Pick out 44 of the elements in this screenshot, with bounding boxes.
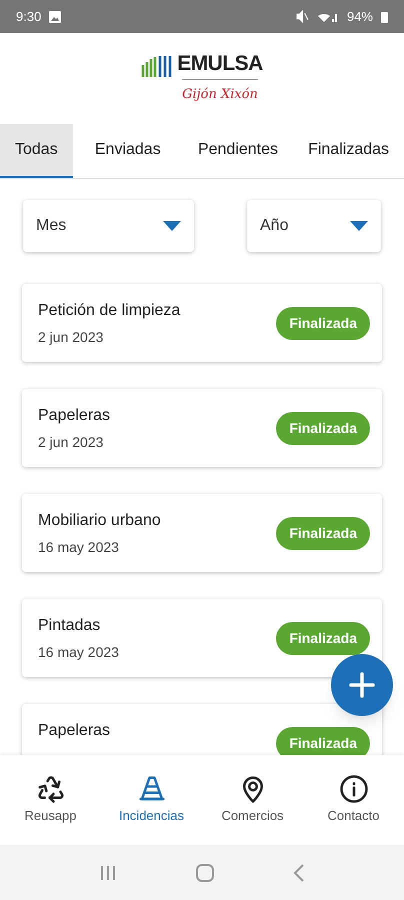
- incident-date: 16 may 2023: [38, 642, 119, 662]
- logo-city: Gijón Xixón: [182, 86, 258, 104]
- nav-item[interactable]: Comercios: [208, 774, 298, 826]
- dropdown-caret-icon: [350, 221, 368, 231]
- recycle-icon: [36, 774, 66, 804]
- incident-card[interactable]: Mobiliario urbano 16 may 2023 Finalizada: [22, 494, 382, 572]
- status-badge: Finalizada: [276, 306, 370, 340]
- filter-tab[interactable]: Enviadas: [72, 124, 183, 178]
- incident-title: Petición de limpieza: [38, 300, 180, 320]
- incident-card[interactable]: Papeleras Finalizada: [22, 704, 382, 755]
- status-badge: Finalizada: [276, 516, 370, 550]
- nav-item[interactable]: Reusapp: [6, 774, 96, 826]
- dropdown[interactable]: Mes: [23, 200, 194, 252]
- incident-card[interactable]: Pintadas 16 may 2023 Finalizada: [22, 599, 382, 677]
- mute-icon: [296, 10, 309, 23]
- filter-tab[interactable]: Finalizadas: [293, 124, 404, 178]
- dropdown[interactable]: Año: [247, 200, 381, 252]
- incident-title: Mobiliario urbano: [38, 510, 161, 530]
- back-icon[interactable]: [292, 864, 305, 882]
- dropdown-caret-icon: [163, 221, 181, 231]
- home-icon[interactable]: [196, 864, 214, 882]
- incident-card[interactable]: Petición de limpieza 2 jun 2023 Finalizada: [22, 284, 382, 362]
- nav-item[interactable]: Incidencias: [106, 774, 196, 826]
- incident-title: Papeleras: [38, 721, 110, 741]
- battery-percentage: 94%: [346, 8, 373, 26]
- status-badge: Finalizada: [276, 412, 370, 444]
- nav-item[interactable]: Contacto: [308, 774, 398, 826]
- filter-tab[interactable]: Pendientes: [182, 124, 294, 178]
- filter-tab[interactable]: Todas: [0, 124, 73, 178]
- logo-wordmark: EMULSA: [177, 52, 263, 74]
- clock: 9:30: [16, 8, 42, 26]
- image-icon: [49, 10, 62, 22]
- status-badge: Finalizada: [276, 726, 370, 755]
- incident-title: Papeleras: [38, 406, 110, 426]
- incident-date: 16 may 2023: [38, 538, 120, 557]
- incident-card[interactable]: Papeleras 2 jun 2023 Finalizada: [22, 389, 382, 467]
- plus-icon: [349, 672, 375, 698]
- status-badge: Finalizada: [276, 622, 370, 654]
- incident-title: Pintadas: [38, 616, 102, 636]
- incident-date: 2 jun 2023: [38, 432, 104, 452]
- info-icon: [338, 774, 368, 804]
- incident-date: 2 jun 2023: [38, 328, 104, 347]
- recent-apps-icon[interactable]: [99, 864, 118, 880]
- battery-icon: [381, 10, 388, 22]
